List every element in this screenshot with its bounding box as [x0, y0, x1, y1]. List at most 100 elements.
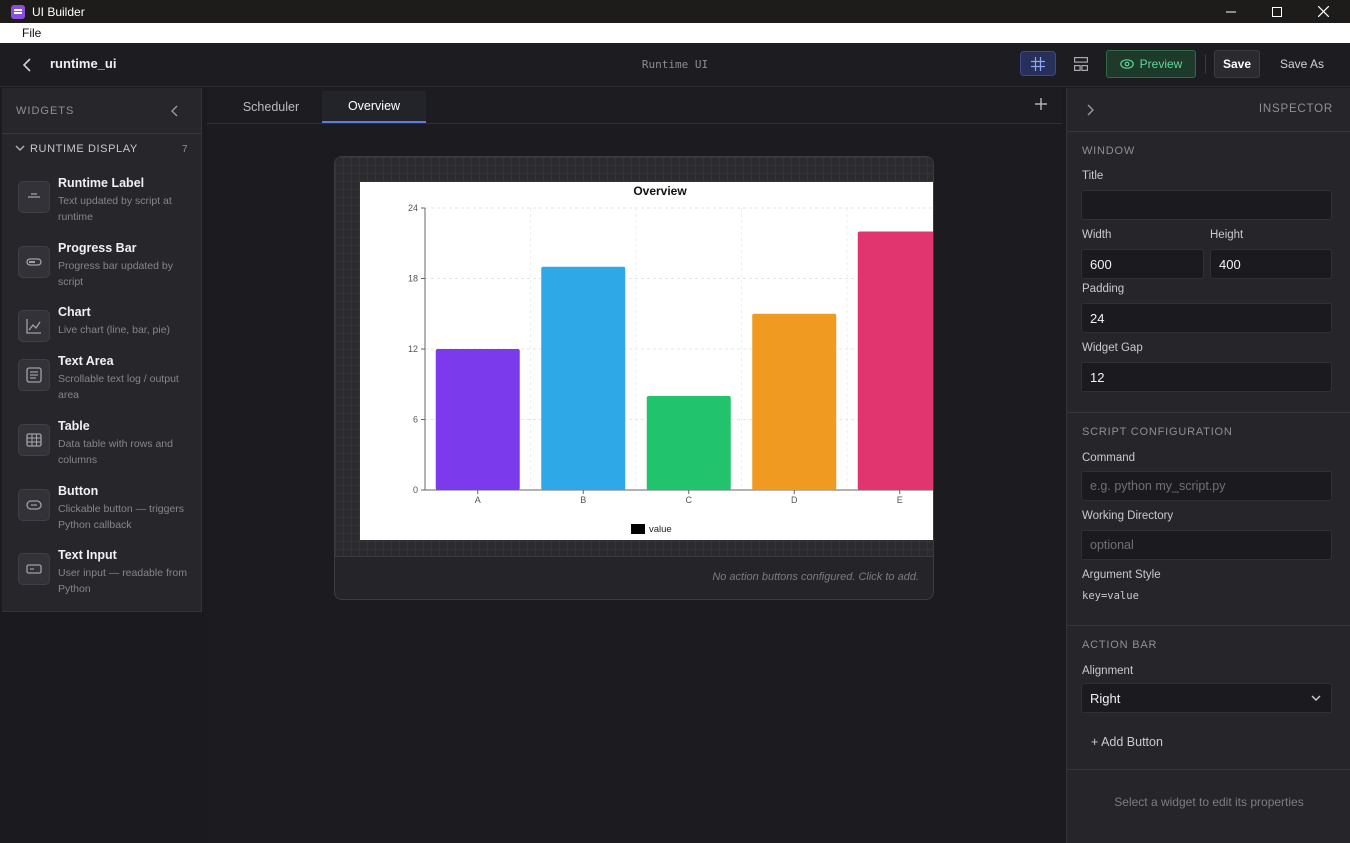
- chevron-left-icon: [171, 105, 178, 117]
- widgets-panel: WIDGETS RUNTIME DISPLAY 7 Runtime Label …: [2, 88, 202, 612]
- menu-file[interactable]: File: [22, 26, 41, 40]
- working-directory-input[interactable]: optional: [1081, 530, 1332, 560]
- app-header: runtime_ui Runtime UI Preview Save Save …: [0, 43, 1350, 87]
- x-tick-label: B: [580, 495, 586, 505]
- menu-bar: File: [0, 23, 1350, 43]
- maximize-icon: [1272, 6, 1282, 17]
- progress-bar-icon: [18, 246, 50, 278]
- add-tab-button[interactable]: [1031, 95, 1051, 115]
- close-button[interactable]: [1300, 0, 1346, 23]
- minimize-button[interactable]: [1208, 0, 1254, 23]
- plus-icon: [1035, 98, 1047, 110]
- y-tick-label: 12: [408, 344, 418, 354]
- save-button[interactable]: Save: [1214, 50, 1260, 78]
- command-label: Command: [1082, 452, 1136, 464]
- minimize-icon: [1226, 11, 1236, 12]
- inspector-header: INSPECTOR: [1067, 88, 1350, 132]
- chart-title: Overview: [633, 184, 687, 198]
- working-directory-label: Working Directory: [1082, 510, 1174, 522]
- action-bar[interactable]: No action buttons configured. Click to a…: [335, 556, 933, 599]
- section-action-bar: ACTION BAR: [1082, 639, 1158, 651]
- widget-runtime-label[interactable]: Runtime Label Text updated by script at …: [2, 176, 202, 236]
- window-title: UI Builder: [32, 4, 85, 19]
- alignment-value: Right: [1090, 690, 1121, 706]
- header-divider: [1205, 54, 1206, 74]
- maximize-button[interactable]: [1254, 0, 1300, 23]
- section-title: RUNTIME DISPLAY: [30, 143, 138, 155]
- bar-b: [541, 266, 626, 490]
- widget-description: Clickable button — triggers Python callb…: [58, 503, 185, 531]
- preview-label: Preview: [1139, 57, 1183, 71]
- collapse-widgets-button[interactable]: [170, 104, 182, 118]
- height-input[interactable]: 400: [1210, 249, 1332, 279]
- argument-style-label: Argument Style: [1082, 569, 1161, 581]
- divider: [1067, 769, 1350, 770]
- design-canvas: Scheduler Overview Overview 0 6 12 18 24 A B C D…: [207, 88, 1062, 843]
- widget-description: User input — readable from Python: [58, 567, 187, 595]
- preview-button[interactable]: Preview: [1106, 50, 1196, 78]
- inspector-hint: Select a widget to edit its properties: [1114, 795, 1304, 809]
- legend-swatch: [631, 524, 645, 534]
- padding-input[interactable]: 24: [1081, 303, 1332, 333]
- add-action-button[interactable]: + Add Button: [1091, 735, 1163, 749]
- x-tick-label: D: [791, 495, 798, 505]
- action-bar-hint: No action buttons configured. Click to a…: [712, 571, 919, 583]
- legend-label: value: [649, 524, 672, 535]
- grid-icon: [1031, 56, 1045, 71]
- widget-name: Table: [58, 419, 90, 433]
- y-tick-label: 24: [408, 203, 418, 213]
- chevron-down-icon: [15, 145, 25, 151]
- bar-d: [752, 313, 837, 490]
- widget-description: Text updated by script at runtime: [58, 195, 172, 223]
- bar-chart: 0 6 12 18 24 A B C D Evalue: [408, 203, 933, 535]
- widget-table[interactable]: Table Data table with rows and columns: [2, 419, 202, 479]
- widget-name: Progress Bar: [58, 241, 137, 255]
- argument-style-value[interactable]: key=value: [1082, 590, 1139, 602]
- button-icon: [18, 489, 50, 521]
- widget-name: Text Area: [58, 354, 114, 368]
- title-input[interactable]: [1081, 190, 1332, 220]
- widget-text-input[interactable]: Text Input User input — readable from Py…: [2, 548, 202, 608]
- x-tick-label: C: [686, 495, 693, 505]
- title-label: Title: [1082, 170, 1104, 182]
- inspector-panel: INSPECTOR WINDOW Title Width Height 600 …: [1066, 88, 1350, 843]
- bar-e: [857, 231, 933, 490]
- title-bar: UI Builder: [0, 0, 1350, 23]
- layout-icon: [1074, 56, 1088, 71]
- widget-progress-bar[interactable]: Progress Bar Progress bar updated by scr…: [2, 241, 202, 301]
- collapse-inspector-button[interactable]: [1087, 103, 1095, 121]
- widget-gap-input[interactable]: 12: [1081, 362, 1332, 392]
- widget-name: Chart: [58, 305, 91, 319]
- x-tick-label: E: [897, 495, 903, 505]
- app-icon: [11, 4, 25, 19]
- padding-label: Padding: [1082, 283, 1125, 295]
- width-input[interactable]: 600: [1081, 249, 1204, 279]
- section-runtime-display[interactable]: RUNTIME DISPLAY 7: [2, 138, 202, 160]
- tab-overview[interactable]: Overview: [322, 91, 426, 123]
- window-frame[interactable]: Overview 0 6 12 18 24 A B C D Evalue No action bu…: [334, 156, 934, 600]
- alignment-select[interactable]: Right: [1081, 683, 1332, 713]
- alignment-label: Alignment: [1082, 665, 1134, 677]
- widget-description: Live chart (line, bar, pie): [58, 324, 171, 336]
- tab-scheduler[interactable]: Scheduler: [221, 91, 321, 123]
- widget-button[interactable]: Button Clickable button — triggers Pytho…: [2, 484, 202, 544]
- divider: [1067, 412, 1350, 413]
- layout-toggle-button[interactable]: [1068, 51, 1094, 76]
- eye-icon: [1119, 59, 1134, 69]
- close-icon: [1317, 6, 1329, 17]
- chart-widget[interactable]: Overview 0 6 12 18 24 A B C D Evalue: [360, 182, 933, 540]
- text-input-icon: [18, 553, 50, 585]
- section-count: 7: [182, 144, 188, 155]
- table-icon: [18, 424, 50, 456]
- height-label: Height: [1210, 229, 1244, 241]
- section-window: WINDOW: [1082, 145, 1136, 157]
- divider: [1067, 625, 1350, 626]
- widget-text-area[interactable]: Text Area Scrollable text log / output a…: [2, 354, 202, 414]
- save-as-button[interactable]: Save As: [1270, 50, 1334, 78]
- grid-toggle-button[interactable]: [1020, 51, 1056, 76]
- chevron-right-icon: [1087, 104, 1094, 116]
- command-input[interactable]: e.g. python my_script.py: [1081, 471, 1332, 501]
- widget-name: Text Input: [58, 548, 117, 562]
- x-tick-label: A: [475, 495, 481, 505]
- y-tick-label: 0: [413, 485, 418, 495]
